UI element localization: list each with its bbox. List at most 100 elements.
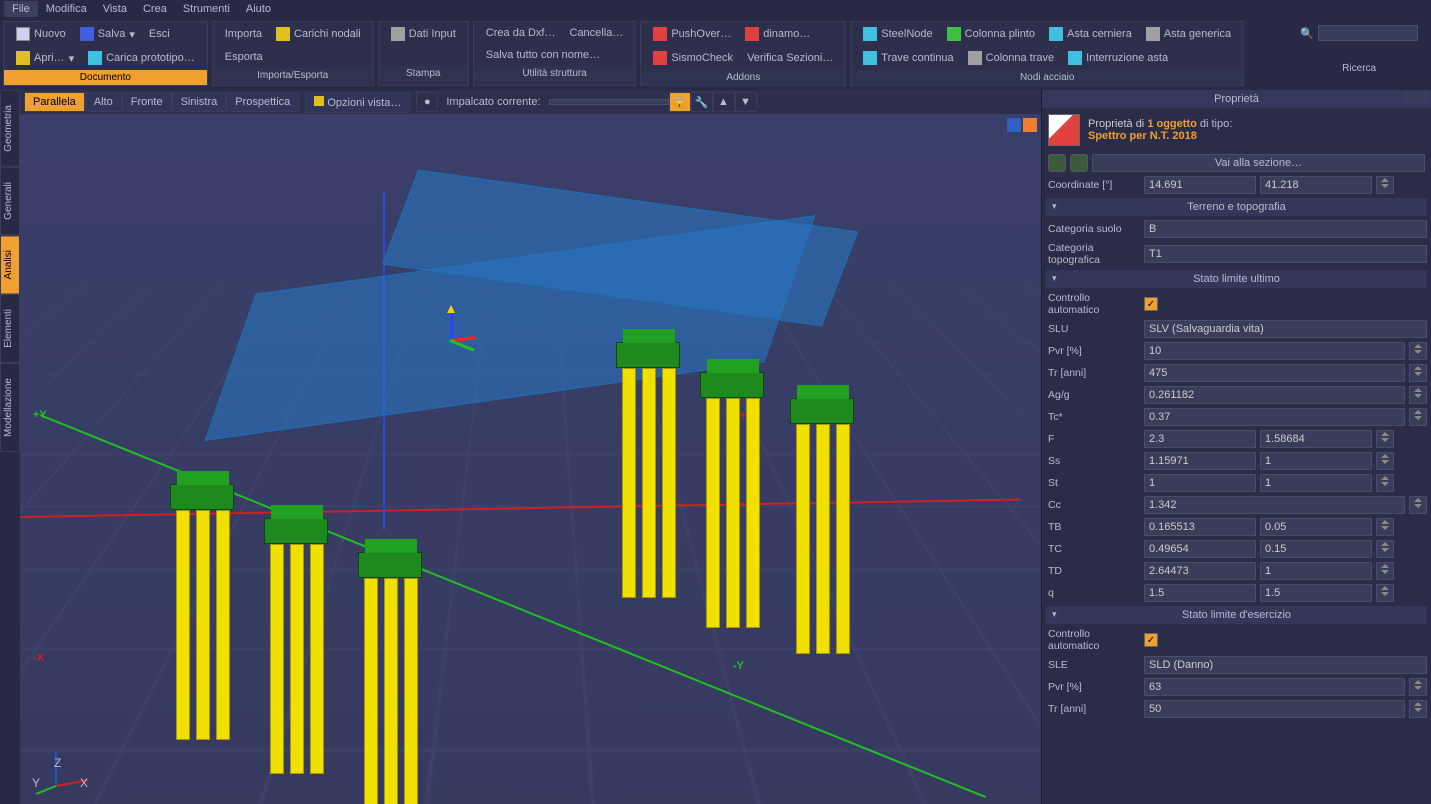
val-q2[interactable]: 1.5 bbox=[1260, 584, 1372, 602]
properties-body[interactable]: Coordinate [°] 14.691 41.218 Terreno e t… bbox=[1042, 174, 1431, 804]
stepper[interactable] bbox=[1409, 342, 1427, 360]
val-coord-lat[interactable]: 41.218 bbox=[1260, 176, 1372, 194]
menu-crea[interactable]: Crea bbox=[135, 1, 175, 17]
btn-esporta[interactable]: Esporta bbox=[219, 48, 269, 66]
val-pvr[interactable]: 10 bbox=[1144, 342, 1405, 360]
view-prospettica[interactable]: Prospettica bbox=[226, 92, 299, 112]
side-tab-elementi[interactable]: Elementi bbox=[0, 294, 20, 363]
btn-salva[interactable]: Salva▾ bbox=[74, 24, 141, 44]
lock-icon[interactable]: 🔒 bbox=[669, 92, 691, 112]
chevron-down-icon[interactable]: ▾ bbox=[69, 52, 75, 65]
btn-importa[interactable]: Importa bbox=[219, 25, 268, 43]
btn-asta-generica[interactable]: Asta generica bbox=[1140, 24, 1237, 44]
stepper[interactable] bbox=[1376, 584, 1394, 602]
stepper[interactable] bbox=[1376, 430, 1394, 448]
val-pvr2[interactable]: 63 bbox=[1144, 678, 1405, 696]
btn-dinamo[interactable]: dinamo… bbox=[739, 24, 816, 44]
val-f2[interactable]: 1.58684 bbox=[1260, 430, 1372, 448]
val-sle[interactable]: SLD (Danno) bbox=[1144, 656, 1427, 674]
side-tab-analisi[interactable]: Analisi bbox=[0, 235, 20, 294]
btn-dati-input[interactable]: Dati Input bbox=[385, 24, 462, 44]
side-tab-modellazione[interactable]: Modellazione bbox=[0, 363, 20, 452]
stepper[interactable] bbox=[1376, 562, 1394, 580]
nav-next-icon[interactable] bbox=[1070, 154, 1088, 172]
stepper[interactable] bbox=[1409, 364, 1427, 382]
btn-colonna-plinto[interactable]: Colonna plinto bbox=[941, 24, 1041, 44]
val-st2[interactable]: 1 bbox=[1260, 474, 1372, 492]
view-alto[interactable]: Alto bbox=[85, 92, 122, 112]
chevron-down-icon[interactable]: ▾ bbox=[129, 28, 135, 41]
close-icon[interactable] bbox=[1417, 92, 1429, 104]
chk-ctrl-auto-sle[interactable]: ✓ bbox=[1144, 633, 1158, 647]
val-td1[interactable]: 2.64473 bbox=[1144, 562, 1256, 580]
btn-crea-dxf[interactable]: Crea da Dxf… bbox=[480, 24, 562, 42]
menu-vista[interactable]: Vista bbox=[95, 1, 135, 17]
wrench-icon[interactable]: 🔧 bbox=[691, 92, 713, 112]
val-agg[interactable]: 0.261182 bbox=[1144, 386, 1405, 404]
chk-ctrl-auto-slu[interactable]: ✓ bbox=[1144, 297, 1158, 311]
val-cat-suolo[interactable]: B bbox=[1144, 220, 1427, 238]
3d-viewport[interactable]: +Y -X +X -Y bbox=[20, 114, 1041, 804]
search-input[interactable] bbox=[1318, 25, 1418, 41]
btn-pushover[interactable]: PushOver… bbox=[647, 24, 737, 44]
stepper[interactable] bbox=[1376, 452, 1394, 470]
btn-verifica-sez[interactable]: Verifica Sezioni… bbox=[741, 49, 839, 67]
btn-colonna-trave[interactable]: Colonna trave bbox=[962, 48, 1061, 68]
stepper[interactable] bbox=[1409, 700, 1427, 718]
vp-close-icon[interactable] bbox=[1023, 118, 1037, 132]
btn-trave-continua[interactable]: Trave continua bbox=[857, 48, 959, 68]
val-tr2[interactable]: 50 bbox=[1144, 700, 1405, 718]
val-tcs[interactable]: 0.37 bbox=[1144, 408, 1405, 426]
view-fronte[interactable]: Fronte bbox=[122, 92, 172, 112]
btn-carichi[interactable]: Carichi nodali bbox=[270, 24, 367, 44]
val-td2[interactable]: 1 bbox=[1260, 562, 1372, 580]
vp-min-icon[interactable] bbox=[1007, 118, 1021, 132]
val-cat-topo[interactable]: T1 bbox=[1144, 245, 1427, 263]
btn-toggle-1[interactable]: ● bbox=[416, 92, 438, 112]
btn-esci[interactable]: Esci bbox=[143, 25, 176, 43]
val-tc1[interactable]: 0.49654 bbox=[1144, 540, 1256, 558]
section-sle[interactable]: Stato limite d'esercizio bbox=[1046, 606, 1427, 624]
menu-modifica[interactable]: Modifica bbox=[38, 1, 95, 17]
section-terreno[interactable]: Terreno e topografia bbox=[1046, 198, 1427, 216]
menu-file[interactable]: File bbox=[4, 1, 38, 17]
side-tab-geometria[interactable]: Geometria bbox=[0, 90, 20, 167]
stepper[interactable] bbox=[1409, 386, 1427, 404]
val-f1[interactable]: 2.3 bbox=[1144, 430, 1256, 448]
pin-icon[interactable] bbox=[1403, 92, 1415, 104]
view-sinistra[interactable]: Sinistra bbox=[172, 92, 227, 112]
val-ss1[interactable]: 1.15971 bbox=[1144, 452, 1256, 470]
btn-sismocheck[interactable]: SismoCheck bbox=[647, 48, 739, 68]
goto-section-dropdown[interactable]: Vai alla sezione… bbox=[1092, 154, 1425, 172]
btn-carica-prototipo[interactable]: Carica prototipo… bbox=[82, 48, 201, 68]
stepper[interactable] bbox=[1376, 474, 1394, 492]
section-slu[interactable]: Stato limite ultimo bbox=[1046, 270, 1427, 288]
val-st1[interactable]: 1 bbox=[1144, 474, 1256, 492]
menu-strumenti[interactable]: Strumenti bbox=[175, 1, 238, 17]
btn-nuovo[interactable]: Nuovo bbox=[10, 24, 72, 44]
btn-salva-tutto[interactable]: Salva tutto con nome… bbox=[480, 46, 606, 64]
side-tab-generali[interactable]: Generali bbox=[0, 167, 20, 235]
stepper[interactable] bbox=[1376, 518, 1394, 536]
btn-interruzione[interactable]: Interruzione asta bbox=[1062, 48, 1174, 68]
stepper[interactable] bbox=[1376, 176, 1394, 194]
val-cc[interactable]: 1.342 bbox=[1144, 496, 1405, 514]
view-parallela[interactable]: Parallela bbox=[24, 92, 85, 112]
val-tb1[interactable]: 0.165513 bbox=[1144, 518, 1256, 536]
val-tc2[interactable]: 0.15 bbox=[1260, 540, 1372, 558]
nav-prev-icon[interactable] bbox=[1048, 154, 1066, 172]
val-tr[interactable]: 475 bbox=[1144, 364, 1405, 382]
impalcato-dropdown[interactable] bbox=[549, 99, 669, 105]
val-ss2[interactable]: 1 bbox=[1260, 452, 1372, 470]
stepper[interactable] bbox=[1409, 496, 1427, 514]
btn-apri[interactable]: Apri…▾ bbox=[10, 48, 80, 68]
stepper[interactable] bbox=[1409, 678, 1427, 696]
up-icon[interactable]: ▲ bbox=[713, 92, 735, 112]
btn-opzioni-vista[interactable]: Opzioni vista… bbox=[305, 92, 410, 113]
val-slu[interactable]: SLV (Salvaguardia vita) bbox=[1144, 320, 1427, 338]
stepper[interactable] bbox=[1409, 408, 1427, 426]
btn-cancella[interactable]: Cancella… bbox=[564, 24, 630, 42]
val-q1[interactable]: 1.5 bbox=[1144, 584, 1256, 602]
stepper[interactable] bbox=[1376, 540, 1394, 558]
menu-aiuto[interactable]: Aiuto bbox=[238, 1, 279, 17]
